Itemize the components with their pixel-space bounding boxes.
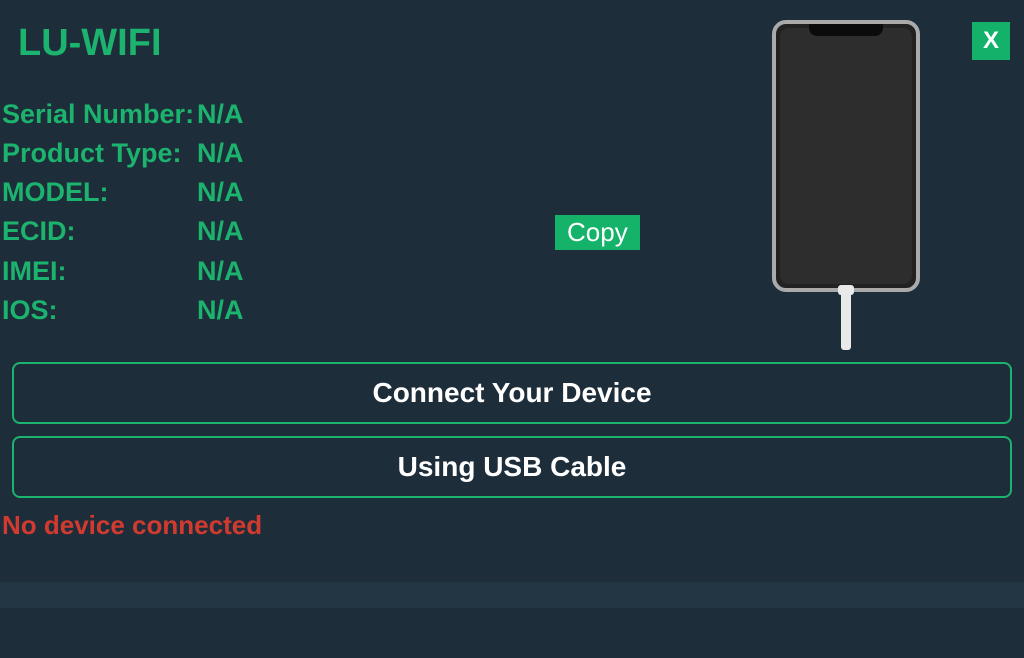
- action-buttons: Connect Your Device Using USB Cable: [12, 362, 1012, 510]
- ecid-value: N/A: [197, 212, 244, 251]
- serial-label: Serial Number:: [2, 95, 197, 134]
- close-icon: X: [983, 27, 999, 55]
- phone-body-icon: [772, 20, 920, 292]
- close-button[interactable]: X: [972, 22, 1010, 60]
- status-message: No device connected: [2, 510, 262, 541]
- product-type-label: Product Type:: [2, 134, 197, 173]
- model-value: N/A: [197, 173, 244, 212]
- ios-value: N/A: [197, 291, 244, 330]
- info-row-serial: Serial Number: N/A: [2, 95, 244, 134]
- copy-button[interactable]: Copy: [555, 215, 640, 250]
- ecid-label: ECID:: [2, 212, 197, 251]
- connect-device-button[interactable]: Connect Your Device: [12, 362, 1012, 424]
- using-usb-cable-button[interactable]: Using USB Cable: [12, 436, 1012, 498]
- info-row-product-type: Product Type: N/A: [2, 134, 244, 173]
- imei-label: IMEI:: [2, 252, 197, 291]
- ios-label: IOS:: [2, 291, 197, 330]
- product-type-value: N/A: [197, 134, 244, 173]
- bottom-bar: [0, 582, 1024, 608]
- model-label: MODEL:: [2, 173, 197, 212]
- usb-cable-icon: [841, 292, 851, 350]
- device-info-list: Serial Number: N/A Product Type: N/A MOD…: [2, 95, 244, 330]
- app-title: LU-WIFI: [18, 22, 162, 65]
- info-row-model: MODEL: N/A: [2, 173, 244, 212]
- phone-illustration: [772, 20, 920, 350]
- info-row-imei: IMEI: N/A: [2, 252, 244, 291]
- info-row-ecid: ECID: N/A: [2, 212, 244, 251]
- info-row-ios: IOS: N/A: [2, 291, 244, 330]
- imei-value: N/A: [197, 252, 244, 291]
- serial-value: N/A: [197, 95, 244, 134]
